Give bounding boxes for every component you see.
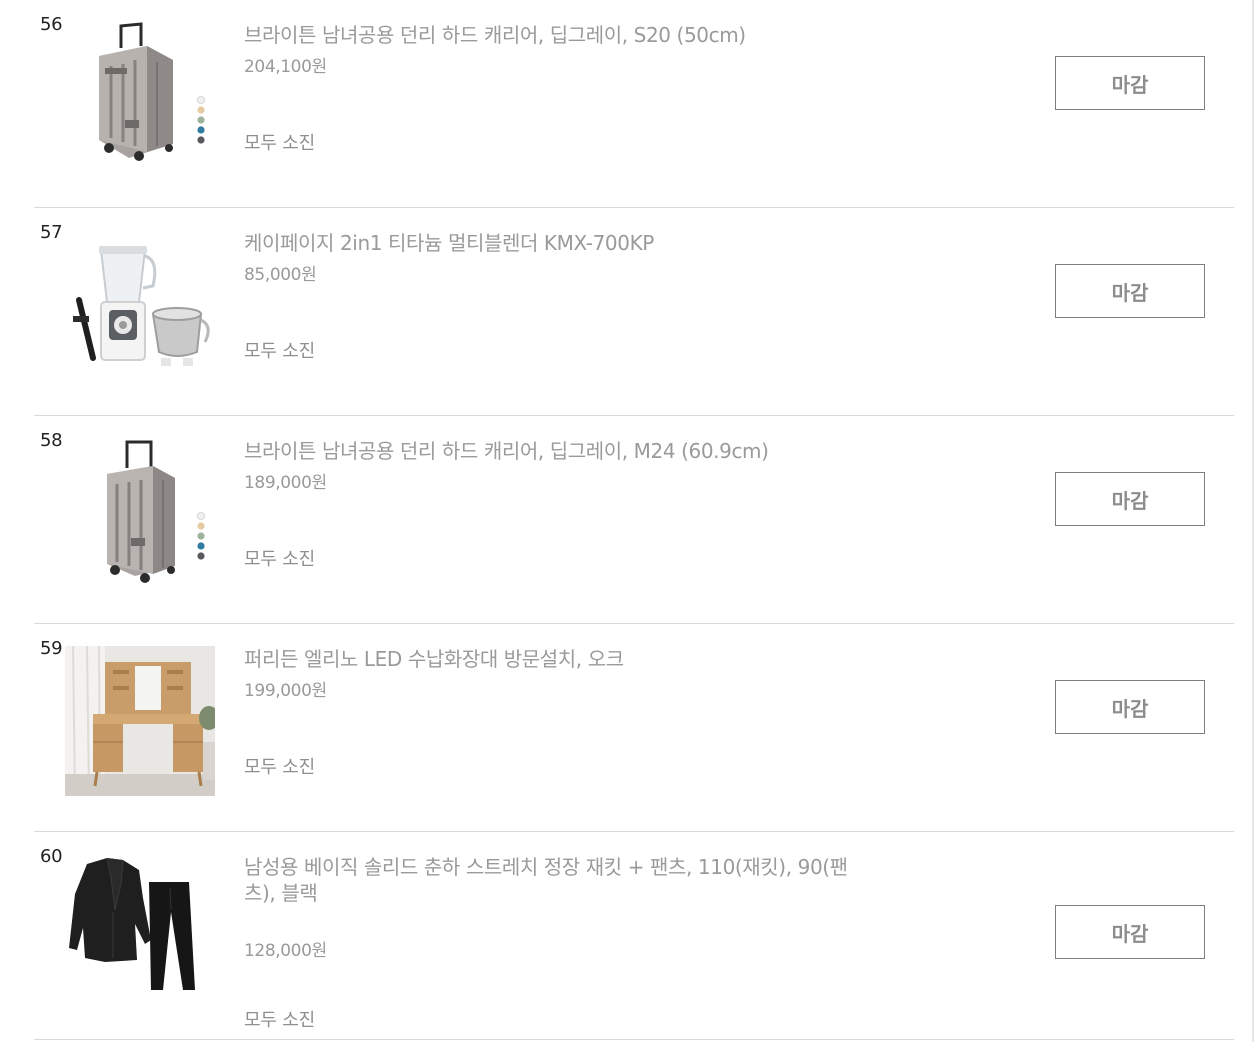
product-row: 56 브라이튼 남녀공용 던리 하드 캐리어, 딥그레이, S20 (50cm)… xyxy=(34,0,1234,208)
product-price: 128,000원 xyxy=(244,941,327,961)
suitcase-image[interactable] xyxy=(65,22,215,172)
stock-status: 모두 소진 xyxy=(244,341,315,362)
product-row: 59 퍼리든 엘리노 LED 수납화장대 방문설치, 오크 199,000원 모… xyxy=(34,624,1234,832)
product-list: 56 브라이튼 남녀공용 던리 하드 캐리어, 딥그레이, S20 (50cm)… xyxy=(0,0,1252,1042)
close-button[interactable]: 마감 xyxy=(1055,56,1205,110)
row-index: 60 xyxy=(40,846,63,867)
close-button[interactable]: 마감 xyxy=(1055,680,1205,734)
suitcase-image[interactable] xyxy=(65,438,215,588)
stock-status: 모두 소진 xyxy=(244,1010,315,1031)
row-index: 57 xyxy=(40,222,63,243)
close-button[interactable]: 마감 xyxy=(1055,472,1205,526)
vanity-dresser-image[interactable] xyxy=(65,646,215,796)
row-index: 56 xyxy=(40,14,63,35)
product-price: 85,000원 xyxy=(244,265,317,285)
stock-status: 모두 소진 xyxy=(244,133,315,154)
product-title[interactable]: 케이페이지 2in1 티타늄 멀티블렌더 KMX-700KP xyxy=(244,230,864,256)
product-title[interactable]: 브라이튼 남녀공용 던리 하드 캐리어, 딥그레이, M24 (60.9cm) xyxy=(244,438,864,464)
suit-image[interactable] xyxy=(65,854,215,1004)
product-row: 60 남성용 베이직 솔리드 춘하 스트레치 정장 재킷 + 팬츠, 110(재… xyxy=(34,832,1234,1040)
row-index: 59 xyxy=(40,638,63,659)
stock-status: 모두 소진 xyxy=(244,549,315,570)
close-button[interactable]: 마감 xyxy=(1055,264,1205,318)
product-price: 199,000원 xyxy=(244,681,327,701)
product-row: 57 케이페이지 2in1 티타늄 멀티블렌더 KMX-700KP 85,000… xyxy=(34,208,1234,416)
stock-status: 모두 소진 xyxy=(244,757,315,778)
product-title[interactable]: 남성용 베이직 솔리드 춘하 스트레치 정장 재킷 + 팬츠, 110(재킷),… xyxy=(244,854,864,906)
close-button[interactable]: 마감 xyxy=(1055,905,1205,959)
product-price: 204,100원 xyxy=(244,57,327,77)
product-price: 189,000원 xyxy=(244,473,327,493)
blender-image[interactable] xyxy=(65,230,215,380)
row-index: 58 xyxy=(40,430,63,451)
product-title[interactable]: 브라이튼 남녀공용 던리 하드 캐리어, 딥그레이, S20 (50cm) xyxy=(244,22,864,48)
product-row: 58 브라이튼 남녀공용 던리 하드 캐리어, 딥그레이, M24 (60.9c… xyxy=(34,416,1234,624)
page-right-border xyxy=(1252,0,1254,1042)
product-title[interactable]: 퍼리든 엘리노 LED 수납화장대 방문설치, 오크 xyxy=(244,646,864,672)
